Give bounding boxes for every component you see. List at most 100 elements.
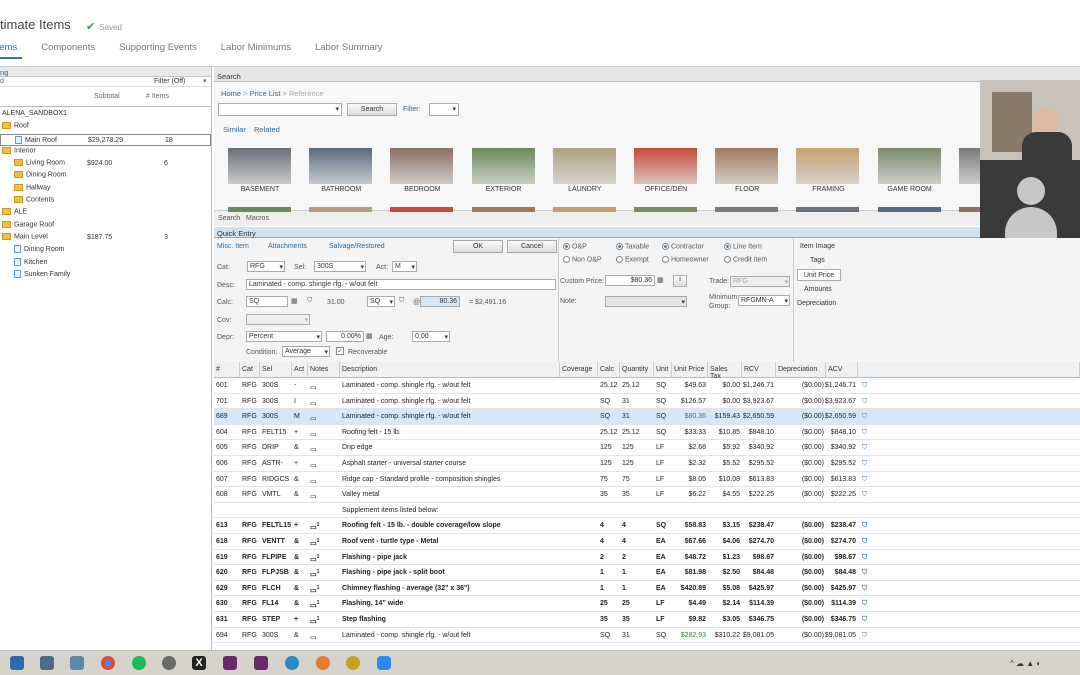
- unit-price-field[interactable]: 80.36: [420, 296, 460, 307]
- related-link[interactable]: Related: [254, 125, 280, 134]
- tab-labor-minimums[interactable]: Labor Minimums: [221, 42, 303, 58]
- shield-icon[interactable]: ⛉: [862, 476, 867, 484]
- sel-field[interactable]: 300S ▾: [314, 261, 366, 272]
- homeowner-radio[interactable]: Homeowner: [662, 256, 709, 263]
- note-field[interactable]: ▾: [605, 296, 687, 307]
- notes-icon[interactable]: ▭: [310, 478, 317, 485]
- calculator-icon[interactable]: ▦: [291, 297, 298, 305]
- calculator-icon[interactable]: [40, 656, 54, 670]
- column-header[interactable]: Unit Price: [672, 362, 708, 378]
- app-icon[interactable]: [346, 656, 360, 670]
- tags-link[interactable]: Tags: [810, 257, 825, 264]
- coverage-select[interactable]: ▾: [246, 314, 310, 325]
- taxable-radio[interactable]: Taxable: [616, 243, 649, 250]
- shield-icon[interactable]: ⛉: [862, 569, 867, 577]
- tree-item[interactable]: Sunken Family: [0, 269, 211, 281]
- recoverable-checkbox[interactable]: ✓: [336, 347, 344, 355]
- age-select[interactable]: 0.00 ▾: [412, 331, 450, 342]
- condition-select[interactable]: Average ▾: [282, 346, 330, 357]
- table-row[interactable]: 630 RFG FL14 & ▭1 Flashing, 14" wide 25 25 LF $4.…: [214, 596, 1080, 612]
- column-header[interactable]: Sales Tax: [708, 362, 742, 380]
- notes-icon[interactable]: ▭: [310, 384, 317, 391]
- category-thumbnail[interactable]: [228, 148, 291, 184]
- category-thumbnail[interactable]: [552, 148, 616, 184]
- shield-icon[interactable]: ⛉: [862, 632, 867, 640]
- tree-item[interactable]: Contents: [0, 195, 211, 207]
- shield-icon[interactable]: ⛉: [307, 297, 312, 305]
- calculator-icon[interactable]: ▦: [366, 332, 373, 340]
- tab-labor-summary[interactable]: Labor Summary: [315, 42, 395, 58]
- tree-item[interactable]: Hallway: [0, 183, 211, 195]
- cat-field[interactable]: RFG ▾: [247, 261, 285, 272]
- depr-select[interactable]: Percent ▾: [246, 331, 322, 342]
- tab-macros[interactable]: Macros: [246, 215, 269, 222]
- table-row[interactable]: 701 RFG 300S I ▭ Laminated - comp. shingle rf…: [214, 394, 1080, 410]
- category-thumbnail[interactable]: [309, 148, 373, 184]
- tree-item[interactable]: Interior: [0, 146, 211, 158]
- contractor-radio[interactable]: Contractor: [662, 243, 704, 250]
- category-label[interactable]: OFFICE/DEN: [626, 186, 706, 193]
- category-label[interactable]: BATHROOM: [301, 186, 381, 193]
- shield-icon[interactable]: ⛉: [862, 460, 867, 468]
- min-group-select[interactable]: RFGMN-A ▾: [738, 295, 790, 306]
- column-header[interactable]: Cat: [240, 362, 260, 378]
- xactimate-icon[interactable]: X: [192, 656, 206, 670]
- notes-icon[interactable]: ▭: [310, 462, 317, 469]
- spotify-icon[interactable]: [132, 656, 146, 670]
- notes-icon[interactable]: ▭: [310, 618, 317, 625]
- table-row[interactable]: 604 RFG FELT15 + ▭ Roofing felt - 15 lb. 25.12…: [214, 425, 1080, 441]
- trade-select[interactable]: RFG ▾: [730, 276, 790, 287]
- shield-icon[interactable]: ⛉: [862, 522, 867, 530]
- category-label[interactable]: BASEMENT: [220, 186, 300, 193]
- tab-components[interactable]: Components: [41, 42, 107, 58]
- attachments-link[interactable]: Attachments: [268, 243, 307, 250]
- filter-toggle[interactable]: Filter (Off): [154, 78, 185, 85]
- table-row[interactable]: 607 RFG RIDGCS & ▭ Ridge cap - Standard profi…: [214, 472, 1080, 488]
- notes-icon[interactable]: ▭: [310, 447, 317, 454]
- chevron-down-icon[interactable]: ▾: [203, 77, 207, 85]
- line-item-radio[interactable]: Line Item: [724, 243, 762, 250]
- tree-item[interactable]: Main Level $187.75 3: [0, 232, 211, 244]
- table-row[interactable]: Supplement items listed below:: [214, 503, 1080, 519]
- tree-item[interactable]: Kitchen: [0, 257, 211, 269]
- tree-item[interactable]: ALENA_SANDBOX1: [0, 109, 211, 121]
- edge-icon[interactable]: [285, 656, 299, 670]
- notes-icon[interactable]: ▭: [310, 525, 317, 532]
- shield-icon[interactable]: ⛉: [399, 297, 404, 305]
- shield-icon[interactable]: ⛉: [862, 398, 867, 406]
- category-label[interactable]: EXTERIOR: [464, 186, 544, 193]
- tree-item[interactable]: Dining Room: [0, 170, 211, 182]
- category-thumbnail[interactable]: [471, 207, 535, 212]
- explorer-icon[interactable]: [10, 656, 24, 670]
- tree-item[interactable]: Roof: [0, 121, 211, 133]
- column-header[interactable]: Coverage: [560, 362, 598, 378]
- act-field[interactable]: M ▾: [392, 261, 417, 272]
- category-thumbnail[interactable]: [715, 148, 779, 184]
- category-thumbnail[interactable]: [877, 148, 941, 184]
- nonop-radio[interactable]: Non O&P: [563, 256, 602, 263]
- shield-icon[interactable]: ⛉: [862, 600, 867, 608]
- unit-select[interactable]: SQ ▾: [367, 296, 395, 307]
- category-thumbnail[interactable]: [228, 207, 291, 212]
- search-button[interactable]: Search: [347, 103, 397, 116]
- app-icon[interactable]: [162, 656, 176, 670]
- category-thumbnail[interactable]: [634, 148, 697, 184]
- table-row[interactable]: 689 RFG 300S M ▭ Laminated - comp. shingle rf…: [214, 409, 1080, 425]
- table-row[interactable]: 618 RFG VENTT & ▭1 Roof vent - turtle type - …: [214, 534, 1080, 550]
- table-row[interactable]: 605 RFG DRIP & ▭ Drip edge 125 125 LF $2.68 $5.92 $…: [214, 440, 1080, 456]
- shield-icon[interactable]: ⛉: [862, 554, 867, 562]
- shield-icon[interactable]: ⛉: [862, 382, 867, 390]
- category-thumbnail[interactable]: [715, 207, 779, 212]
- custom-price-field[interactable]: $80.36: [605, 275, 655, 286]
- cancel-button[interactable]: Cancel: [507, 240, 557, 253]
- notes-icon[interactable]: ▭: [310, 587, 317, 594]
- column-header[interactable]: Calc: [598, 362, 620, 378]
- crumb-price-list[interactable]: Price List: [250, 89, 281, 98]
- unit-price-button[interactable]: Unit Price: [797, 269, 841, 281]
- notes-icon[interactable]: ▭: [310, 572, 317, 579]
- table-row[interactable]: 619 RFG FLPIPE & ▭1 Flashing - pipe jack 2 2 EA $…: [214, 550, 1080, 566]
- shield-icon[interactable]: ⛉: [862, 429, 867, 437]
- notepad-icon[interactable]: [70, 656, 84, 670]
- column-header[interactable]: ACV: [826, 362, 858, 378]
- salvage-link[interactable]: Salvage/Restored: [329, 243, 385, 250]
